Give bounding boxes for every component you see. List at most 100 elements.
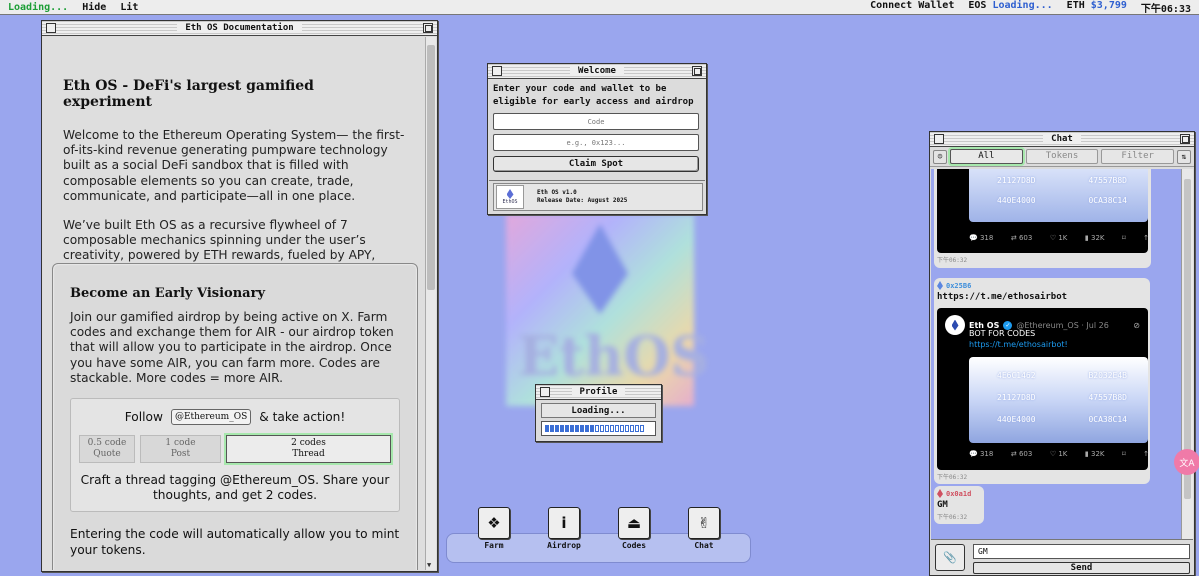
farm-icon[interactable]: ❖ <box>478 507 510 539</box>
message-input[interactable]: GM <box>973 544 1190 559</box>
welcome-intro: Enter your code and wallet to be eligibl… <box>493 84 694 107</box>
message-text[interactable]: https://t.me/ethosairbot <box>937 292 1147 302</box>
share-icon[interactable]: ↑ <box>1143 234 1149 242</box>
zoom-box-icon[interactable] <box>423 23 433 33</box>
follow-prefix: Follow <box>124 410 163 425</box>
code-value: 440E4000 <box>997 196 1036 205</box>
x-handle-link[interactable]: @Ethereum_OS <box>170 409 252 426</box>
doc-scroll-thumb[interactable] <box>427 45 435 290</box>
welcome-titlebar[interactable]: Welcome <box>488 64 706 79</box>
welcome-window: Welcome Enter your code and wallet to be… <box>487 63 707 215</box>
bookmark-icon[interactable]: ⌑ <box>1122 234 1126 242</box>
code-value: 0CA38C14 <box>1088 196 1127 205</box>
eth-price: ETH $3,799 <box>1067 0 1127 15</box>
documentation-window: Eth OS Documentation Eth OS - DeFi's lar… <box>41 20 438 572</box>
version-label: Eth OS v1.0 <box>537 189 577 196</box>
dock-label-chat: Chat <box>694 541 714 550</box>
code-value: B2032E4B <box>1088 371 1127 380</box>
enter-code-note: Entering the code will automatically all… <box>70 527 400 557</box>
scroll-down-arrow-icon[interactable]: ▼ <box>427 561 431 569</box>
dock-label-farm: Farm <box>484 541 504 550</box>
profile-titlebar[interactable]: Profile <box>536 385 661 400</box>
code-row: 21127D8D 47557B8D <box>997 176 1127 185</box>
menubar: Loading... Hide Lit Connect Wallet EOS L… <box>0 0 1199 15</box>
like-count-value: 1K <box>1058 234 1068 242</box>
message-time: 下午06:32 <box>937 474 968 481</box>
info-icon[interactable]: i <box>548 507 580 539</box>
menu-lit[interactable]: Lit <box>120 2 138 13</box>
code-amount: 2 codes <box>291 438 326 449</box>
code-row: 440E4000 0CA38C14 <box>997 415 1127 424</box>
dock-label-codes: Codes <box>621 541 647 550</box>
attach-paperclip-icon[interactable]: 📎 <box>935 544 965 571</box>
code-input[interactable] <box>493 113 699 130</box>
author-address: 0x25B6 <box>946 281 972 290</box>
message-author[interactable]: 0x0a1d <box>937 489 981 498</box>
visionary-heading: Become an Early Visionary <box>70 286 265 301</box>
chat-window-title: Chat <box>1043 134 1081 144</box>
doc-titlebar[interactable]: Eth OS Documentation <box>42 21 437 36</box>
post-code-button[interactable]: 1 code Post <box>140 435 221 464</box>
like-count[interactable]: ♡ 1K <box>1050 450 1068 458</box>
zoom-box-icon[interactable] <box>692 66 702 76</box>
reply-count[interactable]: 💬 318 <box>969 450 993 458</box>
eject-icon[interactable]: ⏏ <box>618 507 650 539</box>
tab-filter[interactable]: Filter <box>1101 149 1175 164</box>
more-icon[interactable]: ⊘ <box>1133 321 1140 330</box>
close-box-icon[interactable] <box>492 66 502 76</box>
code-amount: 0.5 code <box>87 438 127 449</box>
progress-segment <box>550 425 554 432</box>
progress-segment <box>600 425 604 432</box>
menu-hide[interactable]: Hide <box>82 2 106 13</box>
connect-wallet-button[interactable]: Connect Wallet <box>870 0 954 15</box>
release-date: Release Date: August 2025 <box>537 197 628 204</box>
reply-count[interactable]: 💬 318 <box>969 234 993 242</box>
close-box-icon[interactable] <box>540 387 550 397</box>
visionary-card: Become an Early Visionary Join our gamif… <box>52 263 418 570</box>
dock-item-chat[interactable]: ✌ Chat <box>679 507 729 550</box>
menu-loading: Loading... <box>8 1 69 13</box>
tab-tokens[interactable]: Tokens <box>1025 149 1099 164</box>
code-value: 21127D8D <box>997 393 1036 402</box>
claim-spot-button[interactable]: Claim Spot <box>493 156 699 172</box>
emoji-icon[interactable]: ☺ <box>933 149 947 164</box>
wallet-input[interactable] <box>493 134 699 151</box>
profile-body: Loading... <box>536 400 661 439</box>
victory-hand-icon[interactable]: ✌ <box>688 507 720 539</box>
chat-titlebar[interactable]: Chat <box>930 132 1194 147</box>
thread-code-button[interactable]: 2 codes Thread <box>226 435 391 464</box>
tweet-link[interactable]: https://t.me/ethosairbot! <box>969 340 1140 349</box>
retweet-count[interactable]: ⇄ 603 <box>1011 234 1032 242</box>
progress-segment <box>570 425 574 432</box>
like-count[interactable]: ♡ 1K <box>1050 234 1068 242</box>
bookmark-icon[interactable]: ⌑ <box>1122 450 1126 458</box>
dock-item-airdrop[interactable]: i Airdrop <box>539 507 589 550</box>
reply-count-value: 318 <box>979 450 994 458</box>
close-box-icon[interactable] <box>46 23 56 33</box>
dock-item-farm[interactable]: ❖ Farm <box>469 507 519 550</box>
eth-os-logo: EthOS <box>496 185 524 209</box>
view-count: ▮ 32K <box>1084 450 1105 458</box>
zoom-box-icon[interactable] <box>1180 134 1190 144</box>
progress-segment <box>620 425 624 432</box>
tab-all[interactable]: All <box>950 149 1023 164</box>
message-author[interactable]: 0x25B6 <box>937 281 1147 290</box>
tweet-embed[interactable]: Eth OS ✓ @Ethereum_OS · Jul 26 ⊘ BOT FOR… <box>937 308 1149 470</box>
welcome-body: Enter your code and wallet to be eligibl… <box>488 79 706 176</box>
send-button[interactable]: Send <box>973 562 1190 574</box>
tweet-embed[interactable]: 21127D8D 47557B8D 440E4000 0CA38C14 💬 318 … <box>937 169 1149 253</box>
retweet-count[interactable]: ⇄ 603 <box>1011 450 1032 458</box>
sort-icon[interactable]: ⇅ <box>1177 149 1192 164</box>
progress-segment <box>625 425 629 432</box>
dock-item-codes[interactable]: ⏏ Codes <box>609 507 659 550</box>
doc-scrollbar[interactable]: ▼ <box>425 37 436 570</box>
share-icon[interactable]: ↑ <box>1143 450 1149 458</box>
chat-scrollbar[interactable] <box>1181 169 1193 539</box>
craft-instructions: Craft a thread tagging @Ethereum_OS. Sha… <box>80 473 390 503</box>
chat-message: 0x0a1d GM 下午06:32 <box>934 486 984 524</box>
translate-icon[interactable]: 文A <box>1174 449 1199 475</box>
version-meta: Eth OS v1.0 Release Date: August 2025 <box>537 189 627 205</box>
quote-code-button[interactable]: 0.5 code Quote <box>79 435 135 464</box>
doc-window-title: Eth OS Documentation <box>177 23 302 33</box>
close-box-icon[interactable] <box>934 134 944 144</box>
